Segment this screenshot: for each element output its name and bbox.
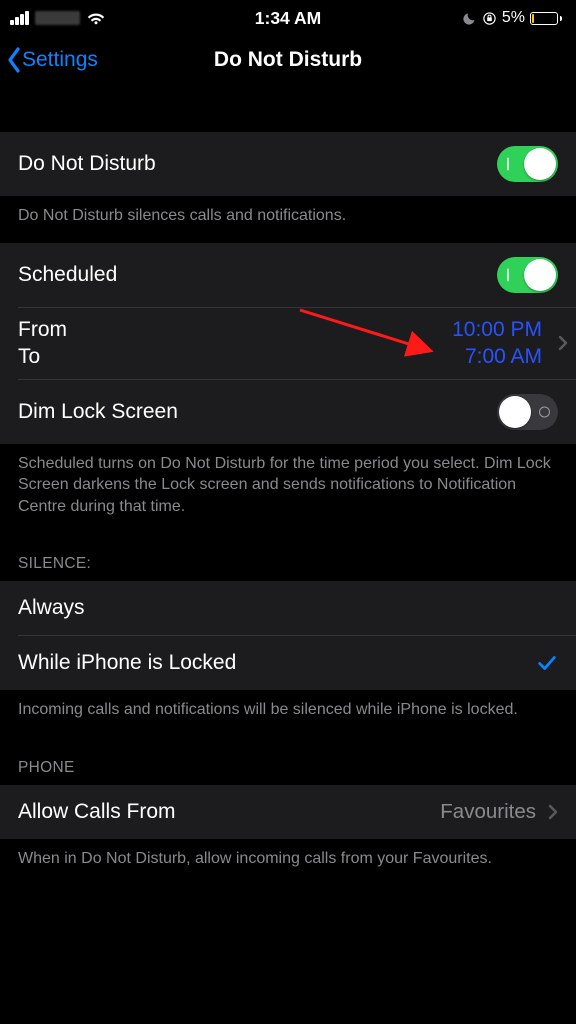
to-label: To (18, 345, 452, 369)
from-time: 10:00 PM (452, 318, 542, 342)
dnd-toggle[interactable] (497, 146, 558, 182)
scheduled-toggle[interactable] (497, 257, 558, 293)
back-button[interactable]: Settings (6, 46, 98, 74)
status-time: 1:34 AM (255, 8, 321, 29)
page-title: Do Not Disturb (214, 48, 362, 72)
phone-footer: When in Do Not Disturb, allow incoming c… (0, 839, 576, 886)
group-dnd: Do Not Disturb (0, 132, 576, 196)
cellular-signal-icon (10, 11, 29, 25)
scheduled-footer: Scheduled turns on Do Not Disturb for th… (0, 444, 576, 534)
checkmark-icon (536, 652, 558, 674)
row-silence-always[interactable]: Always (0, 581, 576, 635)
from-label: From (18, 318, 452, 342)
carrier-name-redacted (35, 11, 80, 25)
chevron-left-icon (6, 46, 22, 74)
group-scheduled: Scheduled From To 10:00 PM 7:00 AM Dim L… (0, 243, 576, 444)
group-silence: Always While iPhone is Locked (0, 581, 576, 690)
locked-label: While iPhone is Locked (18, 651, 536, 675)
dnd-moon-icon (462, 11, 477, 26)
dnd-footer: Do Not Disturb silences calls and notifi… (0, 196, 576, 243)
row-dnd-toggle[interactable]: Do Not Disturb (0, 132, 576, 196)
battery-percent: 5% (502, 9, 525, 27)
row-schedule-time[interactable]: From To 10:00 PM 7:00 AM (0, 308, 576, 379)
row-silence-locked[interactable]: While iPhone is Locked (0, 636, 576, 690)
row-dim-lock-screen[interactable]: Dim Lock Screen (0, 380, 576, 444)
allow-value: Favourites (440, 800, 536, 824)
dnd-label: Do Not Disturb (18, 152, 497, 176)
phone-header: PHONE (0, 737, 576, 785)
chevron-right-icon (548, 804, 558, 820)
row-allow-calls-from[interactable]: Allow Calls From Favourites (0, 785, 576, 839)
scheduled-label: Scheduled (18, 263, 497, 287)
silence-header: SILENCE: (0, 533, 576, 581)
wifi-icon (86, 8, 106, 28)
dim-toggle[interactable] (497, 394, 558, 430)
to-time: 7:00 AM (465, 345, 542, 369)
status-bar: 1:34 AM 5% (0, 0, 576, 36)
orientation-lock-icon (482, 11, 497, 26)
group-phone: Allow Calls From Favourites (0, 785, 576, 839)
always-label: Always (18, 596, 558, 620)
nav-bar: Settings Do Not Disturb (0, 36, 576, 84)
back-label: Settings (22, 48, 98, 72)
silence-footer: Incoming calls and notifications will be… (0, 690, 576, 737)
allow-label: Allow Calls From (18, 800, 440, 824)
battery-icon (530, 12, 562, 25)
row-scheduled-toggle[interactable]: Scheduled (0, 243, 576, 307)
chevron-right-icon (558, 335, 568, 351)
dim-label: Dim Lock Screen (18, 400, 497, 424)
